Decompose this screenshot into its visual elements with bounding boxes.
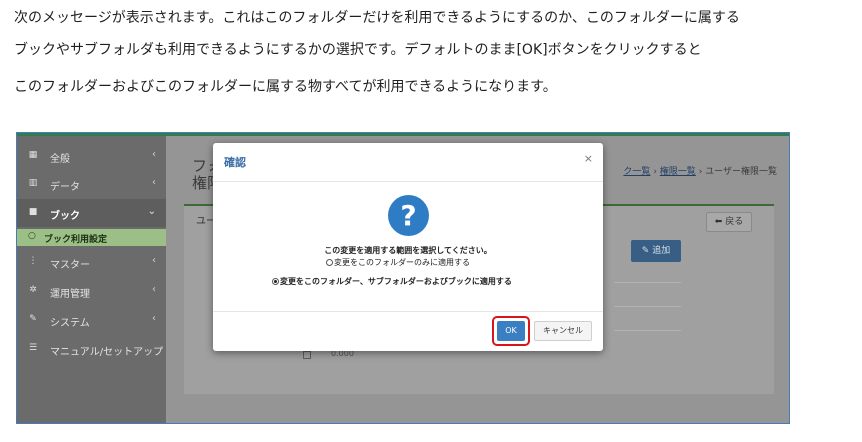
sidebar: ▦ 全般 ‹ ▥ データ ‹ ■ ブック ⌄ ○ ブック利用設定 ⋮ マスター …: [17, 136, 166, 423]
sidebar-subitem-book-settings[interactable]: ○ ブック利用設定: [17, 229, 166, 246]
sidebar-item-label: 運用管理: [50, 289, 90, 300]
breadcrumb-current: ユーザー権限一覧: [705, 167, 777, 177]
sidebar-item-label: ブック: [50, 211, 80, 222]
radio-unselected-icon[interactable]: [326, 259, 333, 266]
breadcrumb: ク一覧 › 権限一覧 › ユーザー権限一覧: [623, 164, 777, 177]
instruction-line-3: このフォルダーおよびこのフォルダーに属する物すべてが利用できるようになります。: [14, 79, 557, 95]
sidebar-item-label: データ: [50, 182, 80, 193]
sidebar-item-operations[interactable]: ✲ 運用管理 ‹: [17, 277, 166, 305]
table-row-divider: [614, 330, 681, 331]
wrench-icon: ✎: [29, 314, 37, 324]
sidebar-item-master[interactable]: ⋮ マスター ‹: [17, 248, 166, 276]
sidebar-item-data[interactable]: ▥ データ ‹: [17, 170, 166, 198]
ok-button[interactable]: OK: [497, 321, 525, 341]
chevron-left-icon: ‹: [152, 255, 156, 266]
scope-option-folder-subfolders-books[interactable]: 変更をこのフォルダー、サブフォルダーおよびブックに適用する: [272, 276, 512, 287]
sidebar-item-book[interactable]: ■ ブック ⌄: [17, 199, 166, 227]
dialog-footer-divider: [213, 311, 603, 312]
sidebar-item-label: マスター: [50, 260, 90, 271]
add-button[interactable]: ✎ 追加: [631, 240, 681, 262]
chart-icon: ▥: [28, 178, 38, 188]
app-screenshot: ▦ 全般 ‹ ▥ データ ‹ ■ ブック ⌄ ○ ブック利用設定 ⋮ マスター …: [16, 132, 790, 424]
sidebar-subitem-label: ブック利用設定: [44, 235, 108, 245]
row-checkbox[interactable]: [303, 351, 311, 359]
sidebar-item-manual[interactable]: ☰ マニュアル/セットアップ: [17, 335, 166, 363]
chevron-down-icon: ⌄: [147, 206, 156, 217]
sidebar-item-general[interactable]: ▦ 全般 ‹: [17, 142, 166, 170]
list-icon: ☰: [28, 343, 38, 353]
table-row-divider: [614, 306, 681, 307]
chevron-left-icon: ‹: [152, 284, 156, 295]
sidebar-item-label: マニュアル/セットアップ: [50, 347, 164, 358]
chevron-left-icon: ‹: [152, 177, 156, 188]
confirm-dialog: 確認 × ? この変更を適用する範囲を選択してください。 変更をこのフォルダーの…: [213, 143, 603, 351]
circle-icon: ○: [28, 231, 36, 241]
breadcrumb-link-permission-list[interactable]: 権限一覧: [660, 167, 696, 177]
question-icon: ?: [388, 195, 429, 236]
sidebar-item-system[interactable]: ✎ システム ‹: [17, 306, 166, 334]
chevron-left-icon: ‹: [152, 149, 156, 160]
instruction-line-1: 次のメッセージが表示されます。これはこのフォルダーだけを利用できるようにするのか…: [14, 10, 740, 26]
scope-option-label: 変更をこのフォルダーのみに適用する: [334, 258, 470, 267]
breadcrumb-separator: ›: [698, 167, 703, 177]
dialog-prompt: この変更を適用する範囲を選択してください。: [324, 246, 492, 255]
dialog-title: 確認: [224, 156, 246, 169]
scope-option-label: 変更をこのフォルダー、サブフォルダーおよびブックに適用する: [280, 277, 512, 286]
sitemap-icon: ⋮: [28, 256, 38, 266]
gears-icon: ✲: [29, 285, 37, 295]
grid-icon: ▦: [28, 150, 38, 160]
cancel-button[interactable]: キャンセル: [534, 321, 592, 341]
table-row-divider: [614, 282, 681, 283]
back-button[interactable]: ⬅ 戻る: [706, 212, 752, 232]
sidebar-item-label: 全般: [50, 154, 70, 165]
scope-option-folder-only[interactable]: 変更をこのフォルダーのみに適用する: [326, 257, 470, 268]
sidebar-item-label: システム: [50, 318, 90, 329]
breadcrumb-link-book-list[interactable]: ク一覧: [623, 167, 650, 177]
dialog-header-divider: [213, 181, 603, 182]
chevron-left-icon: ‹: [152, 313, 156, 324]
instruction-line-2: ブックやサブフォルダも利用できるようにするかの選択です。デフォルトのまま[OK]…: [14, 42, 702, 58]
breadcrumb-separator: ›: [653, 167, 657, 177]
book-icon: ■: [28, 207, 38, 217]
radio-selected-icon[interactable]: [272, 278, 279, 285]
close-icon[interactable]: ×: [584, 152, 593, 165]
